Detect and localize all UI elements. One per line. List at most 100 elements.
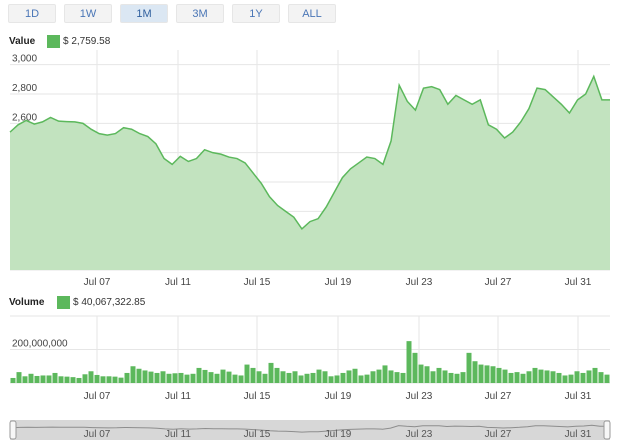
value-x-tick-label: Jul 23 xyxy=(406,277,433,288)
value-x-tick-label: Jul 15 xyxy=(244,277,271,288)
volume-bar xyxy=(244,364,250,383)
volume-bar xyxy=(94,374,100,383)
range-all-button[interactable]: ALL xyxy=(288,4,336,23)
volume-bar xyxy=(124,372,130,383)
volume-bar xyxy=(22,376,28,383)
volume-bar xyxy=(298,375,304,383)
volume-bar xyxy=(574,371,580,383)
volume-bar xyxy=(256,371,262,383)
volume-bar xyxy=(472,361,478,383)
volume-legend-text: $ 40,067,322.85 xyxy=(73,297,146,308)
volume-bar xyxy=(394,372,400,383)
navigator[interactable]: Jul 07 Jul 11 Jul 15 Jul 19 Jul 23 Jul 27 Jul … xyxy=(0,418,620,442)
volume-bar xyxy=(250,367,256,383)
volume-x-tick-label: Jul 07 xyxy=(84,391,111,402)
volume-bar xyxy=(496,367,502,383)
volume-bar xyxy=(538,369,544,383)
value-x-tick-label: Jul 27 xyxy=(485,277,512,288)
volume-bar xyxy=(136,368,142,383)
volume-bar xyxy=(232,374,238,384)
volume-bar xyxy=(106,376,112,383)
volume-bar xyxy=(16,372,22,383)
value-y-tick-label: 2,800 xyxy=(12,83,37,94)
volume-y-tick-label: 200,000,000 xyxy=(12,339,68,350)
range-selector: 1D 1W 1M 3M 1Y ALL xyxy=(8,4,336,24)
volume-x-tick-label: Jul 27 xyxy=(485,391,512,402)
volume-bar xyxy=(112,376,118,383)
volume-bar xyxy=(274,367,280,383)
volume-bar xyxy=(370,371,376,383)
volume-legend-swatch xyxy=(57,296,70,309)
volume-bar xyxy=(406,341,412,384)
volume-bar xyxy=(196,367,202,383)
volume-bar xyxy=(352,368,358,383)
volume-bar xyxy=(166,373,172,383)
volume-bar xyxy=(478,364,484,383)
volume-bar xyxy=(160,371,166,383)
volume-bar xyxy=(202,369,208,383)
volume-bar xyxy=(526,371,532,383)
volume-bar xyxy=(346,370,352,383)
volume-bar xyxy=(532,367,538,383)
volume-bar xyxy=(46,375,52,383)
volume-bar xyxy=(490,366,496,383)
volume-bar xyxy=(568,374,574,384)
volume-bar xyxy=(454,373,460,383)
volume-bar xyxy=(340,372,346,383)
volume-bar xyxy=(268,362,274,383)
volume-bar xyxy=(262,373,268,383)
volume-bar xyxy=(226,371,232,383)
volume-x-tick-label: Jul 19 xyxy=(325,391,352,402)
volume-bar xyxy=(586,370,592,383)
volume-bar xyxy=(544,370,550,383)
volume-chart: 200,000,000 Jul 07 Jul 11 Jul 15 Jul 19 Jul 2… xyxy=(10,315,610,402)
volume-bar xyxy=(64,376,70,383)
volume-bar xyxy=(520,373,526,383)
navigator-left-handle[interactable] xyxy=(9,420,17,440)
volume-bar xyxy=(316,369,322,383)
volume-bar xyxy=(448,372,454,383)
volume-bar xyxy=(190,373,196,383)
volume-bar xyxy=(214,373,220,383)
volume-bar xyxy=(484,365,490,383)
volume-bar xyxy=(436,367,442,383)
range-1m-button[interactable]: 1M xyxy=(120,4,168,23)
volume-bar xyxy=(388,370,394,383)
volume-bar xyxy=(508,372,514,383)
volume-bar xyxy=(58,376,64,383)
volume-bar xyxy=(88,371,94,383)
volume-bar xyxy=(562,375,568,383)
range-1w-button[interactable]: 1W xyxy=(64,4,112,23)
volume-bar xyxy=(412,352,418,383)
volume-bar xyxy=(376,369,382,383)
volume-bar xyxy=(40,375,46,383)
navigator-right-handle[interactable] xyxy=(603,420,611,440)
volume-bar xyxy=(358,375,364,383)
volume-panel-title: Volume xyxy=(9,297,45,308)
volume-bar xyxy=(10,377,16,383)
volume-bar xyxy=(364,374,370,384)
range-1y-button[interactable]: 1Y xyxy=(232,4,280,23)
volume-bar xyxy=(580,372,586,383)
volume-bar xyxy=(52,372,58,383)
value-x-tick-label: Jul 07 xyxy=(84,277,111,288)
volume-bar xyxy=(220,369,226,383)
range-3m-button[interactable]: 3M xyxy=(176,4,224,23)
volume-bar xyxy=(310,372,316,383)
volume-bar xyxy=(430,371,436,383)
volume-bar xyxy=(550,371,556,383)
volume-bar xyxy=(598,372,604,383)
value-x-tick-label: Jul 11 xyxy=(165,277,191,288)
volume-bar xyxy=(322,371,328,383)
volume-bar xyxy=(154,372,160,383)
volume-bar xyxy=(460,372,466,383)
volume-bar xyxy=(334,375,340,383)
volume-bar xyxy=(118,377,124,383)
volume-bar xyxy=(280,371,286,383)
volume-bar xyxy=(514,372,520,383)
range-1d-button[interactable]: 1D xyxy=(8,4,56,23)
volume-bar xyxy=(502,369,508,383)
volume-bar xyxy=(424,366,430,383)
volume-bar xyxy=(70,377,76,383)
volume-bar xyxy=(400,372,406,383)
